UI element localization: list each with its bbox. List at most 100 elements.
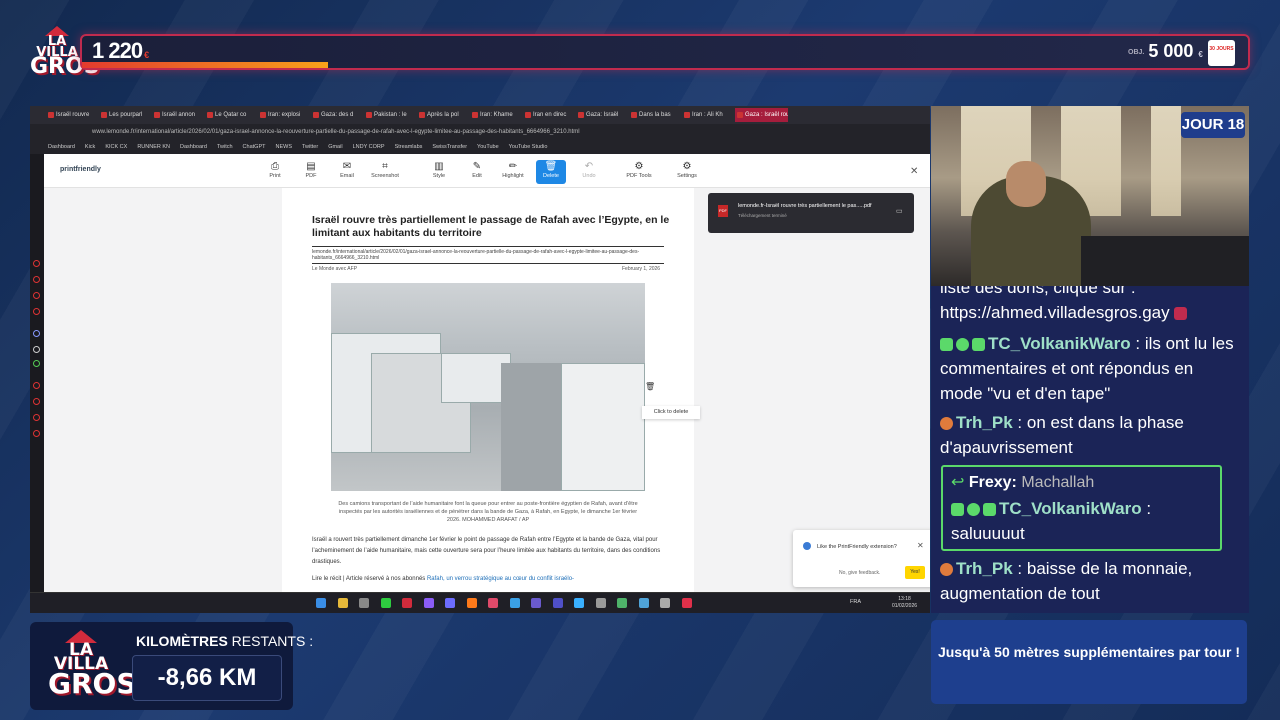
- taskbar-app-icon[interactable]: [380, 598, 391, 608]
- sidebar-icon[interactable]: [33, 292, 40, 299]
- tab-strip: Israël rouvre Les pourparl Israël annon Le …: [30, 106, 930, 124]
- chat-message: TC_VolkanikWaro : saluuuuut: [951, 499, 1152, 543]
- taskbar-app-icon[interactable]: [359, 598, 369, 608]
- browser-tab[interactable]: Israël annon: [152, 108, 205, 122]
- tool-label: Highlight: [502, 173, 524, 179]
- download-popup[interactable]: PDF lemonde.fr-Israël rouvre très partie…: [708, 193, 914, 233]
- browser-tab[interactable]: Les pourparl: [99, 108, 152, 122]
- browser-tab[interactable]: Pakistan : le: [364, 108, 417, 122]
- sidebar-icon[interactable]: [33, 308, 40, 315]
- article-url: lemonde.fr/international/article/2026/02…: [312, 246, 664, 264]
- bookmark-item[interactable]: Gmail: [328, 144, 342, 150]
- bookmark-item[interactable]: SwissTransfer: [432, 144, 467, 150]
- badge-icon: [940, 417, 953, 431]
- folder-icon[interactable]: ▭: [896, 207, 903, 215]
- x-icon[interactable]: [33, 346, 40, 353]
- article-photo[interactable]: [331, 283, 645, 491]
- bookmark-item[interactable]: Twitch: [217, 144, 233, 150]
- browser-tab[interactable]: Iran: Khame: [470, 108, 523, 122]
- taskbar-app-icon[interactable]: [617, 598, 627, 608]
- yes-button[interactable]: Yes!: [905, 566, 925, 579]
- tool-label: PDF: [305, 173, 317, 179]
- tool-print-button[interactable]: ⎙ Print: [260, 160, 290, 184]
- browser-tab[interactable]: Israël rouvre: [46, 108, 99, 122]
- taskbar-app-icon[interactable]: [531, 598, 541, 608]
- browser-tab[interactable]: Dans la bas: [629, 108, 682, 122]
- browser-tab[interactable]: Iran : Ali Kh: [682, 108, 735, 122]
- reply-arrow-icon: ↩: [951, 474, 965, 491]
- browser-tab[interactable]: Gaza: Israël: [576, 108, 629, 122]
- villa-logo-top: LA VILLA GROS: [30, 26, 100, 77]
- sub-icon: [956, 338, 969, 352]
- sidebar-icon[interactable]: [33, 414, 40, 421]
- bookmark-item[interactable]: KICK CX: [105, 144, 127, 150]
- browser-window: Israël rouvre Les pourparl Israël annon Le …: [30, 106, 930, 613]
- taskbar-app-icon[interactable]: [660, 598, 670, 608]
- sidebar-icon[interactable]: [33, 382, 40, 389]
- close-icon[interactable]: ✕: [917, 541, 924, 550]
- printfriendly-icon: [803, 542, 811, 550]
- trash-icon[interactable]: 🗑: [645, 382, 655, 391]
- tool-undo-button[interactable]: ↶ Undo: [574, 160, 604, 184]
- taskbar-app-icon[interactable]: [509, 598, 520, 608]
- bookmark-item[interactable]: Dashboard: [180, 144, 207, 150]
- tool-delete-button[interactable]: 🗑 Delete: [536, 160, 566, 184]
- taskbar-app-icon[interactable]: [552, 598, 563, 608]
- bookmark-item[interactable]: Twitter: [302, 144, 318, 150]
- read-more-link[interactable]: Rafah, un verrou stratégique au cœur du …: [427, 576, 574, 582]
- clock[interactable]: 13:18 01/02/2026: [892, 596, 917, 610]
- settings-icon[interactable]: [33, 430, 40, 437]
- bookmark-item[interactable]: Kick: [85, 144, 95, 150]
- taskbar-app-icon[interactable]: [423, 598, 434, 608]
- sidebar-icon[interactable]: [33, 260, 40, 267]
- extension-rating-popup: Like the PrintFriendly extension? ✕ No, …: [793, 530, 930, 587]
- browser-tab[interactable]: Iran en direc: [523, 108, 576, 122]
- browser-tab[interactable]: Iran: explosi: [258, 108, 311, 122]
- tool-pdf-tools-button[interactable]: ⚙ PDF Tools: [624, 160, 654, 184]
- tool-pdf-button[interactable]: ▤ PDF: [296, 160, 326, 184]
- browser-tab[interactable]: Gaza: des d: [311, 108, 364, 122]
- taskbar-app-icon[interactable]: [681, 598, 692, 608]
- sidebar-icon[interactable]: [33, 276, 40, 283]
- tool-style-button[interactable]: ▥ Style: [424, 160, 454, 184]
- feedback-link[interactable]: No, give feedback.: [839, 570, 880, 576]
- taskbar-app-icon[interactable]: [574, 598, 584, 608]
- taskbar-app-icon[interactable]: [638, 598, 649, 608]
- taskbar-app-icon[interactable]: [337, 598, 348, 608]
- browser-tab[interactable]: Gaza : Israël rouvre trè: [735, 108, 788, 122]
- bookmark-item[interactable]: RUNNER KN: [137, 144, 170, 150]
- tool-edit-button[interactable]: ✎ Edit: [462, 160, 492, 184]
- bookmark-item[interactable]: YouTube Studio: [509, 144, 548, 150]
- twitch-icon[interactable]: [33, 330, 40, 337]
- whatsapp-icon[interactable]: [33, 360, 40, 367]
- tool-label: Undo: [582, 173, 596, 179]
- tool-highlight-button[interactable]: ✏ Highlight: [498, 160, 528, 184]
- taskbar-app-icon[interactable]: [466, 598, 477, 608]
- bookmark-item[interactable]: YouTube: [477, 144, 499, 150]
- bookmark-item[interactable]: Streamlabs: [395, 144, 423, 150]
- tool-email-button[interactable]: ✉ Email: [332, 160, 362, 184]
- bookmarks-bar: Dashboard Kick KICK CX RUNNER KN Dashboard Tw…: [30, 140, 930, 154]
- bookmark-item[interactable]: NEWS: [275, 144, 292, 150]
- language-indicator[interactable]: FRA: [850, 599, 861, 605]
- jours-logo: 30 JOURS: [1208, 40, 1235, 66]
- bookmark-item[interactable]: ChatGPT: [243, 144, 266, 150]
- print-icon: ⎙: [271, 161, 279, 172]
- taskbar-app-icon[interactable]: [402, 598, 412, 608]
- taskbar-app-icon[interactable]: [595, 598, 606, 608]
- tool-screenshot-button[interactable]: ⌗ Screenshot: [370, 160, 400, 184]
- browser-tab[interactable]: Après la pol: [417, 108, 470, 122]
- taskbar-app-icon[interactable]: [445, 598, 455, 608]
- chat-message: Trh_Pk : on est dans la phase d'apauvris…: [940, 413, 1184, 457]
- taskbar-app-icon[interactable]: [316, 598, 326, 608]
- sidebar-icon[interactable]: [33, 398, 40, 405]
- browser-tab[interactable]: Le Qatar co: [205, 108, 258, 122]
- badge-icon: [940, 338, 953, 352]
- close-icon[interactable]: ✕: [910, 166, 918, 177]
- address-bar[interactable]: www.lemonde.fr/international/article/202…: [30, 124, 930, 140]
- taskbar-app-icon[interactable]: [488, 598, 498, 608]
- bookmark-item[interactable]: Dashboard: [48, 144, 75, 150]
- pdf-tools-icon: ⚙: [634, 161, 644, 172]
- bookmark-item[interactable]: LNDY CORP: [353, 144, 385, 150]
- tool-settings-button[interactable]: ⚙ Settings: [672, 160, 702, 184]
